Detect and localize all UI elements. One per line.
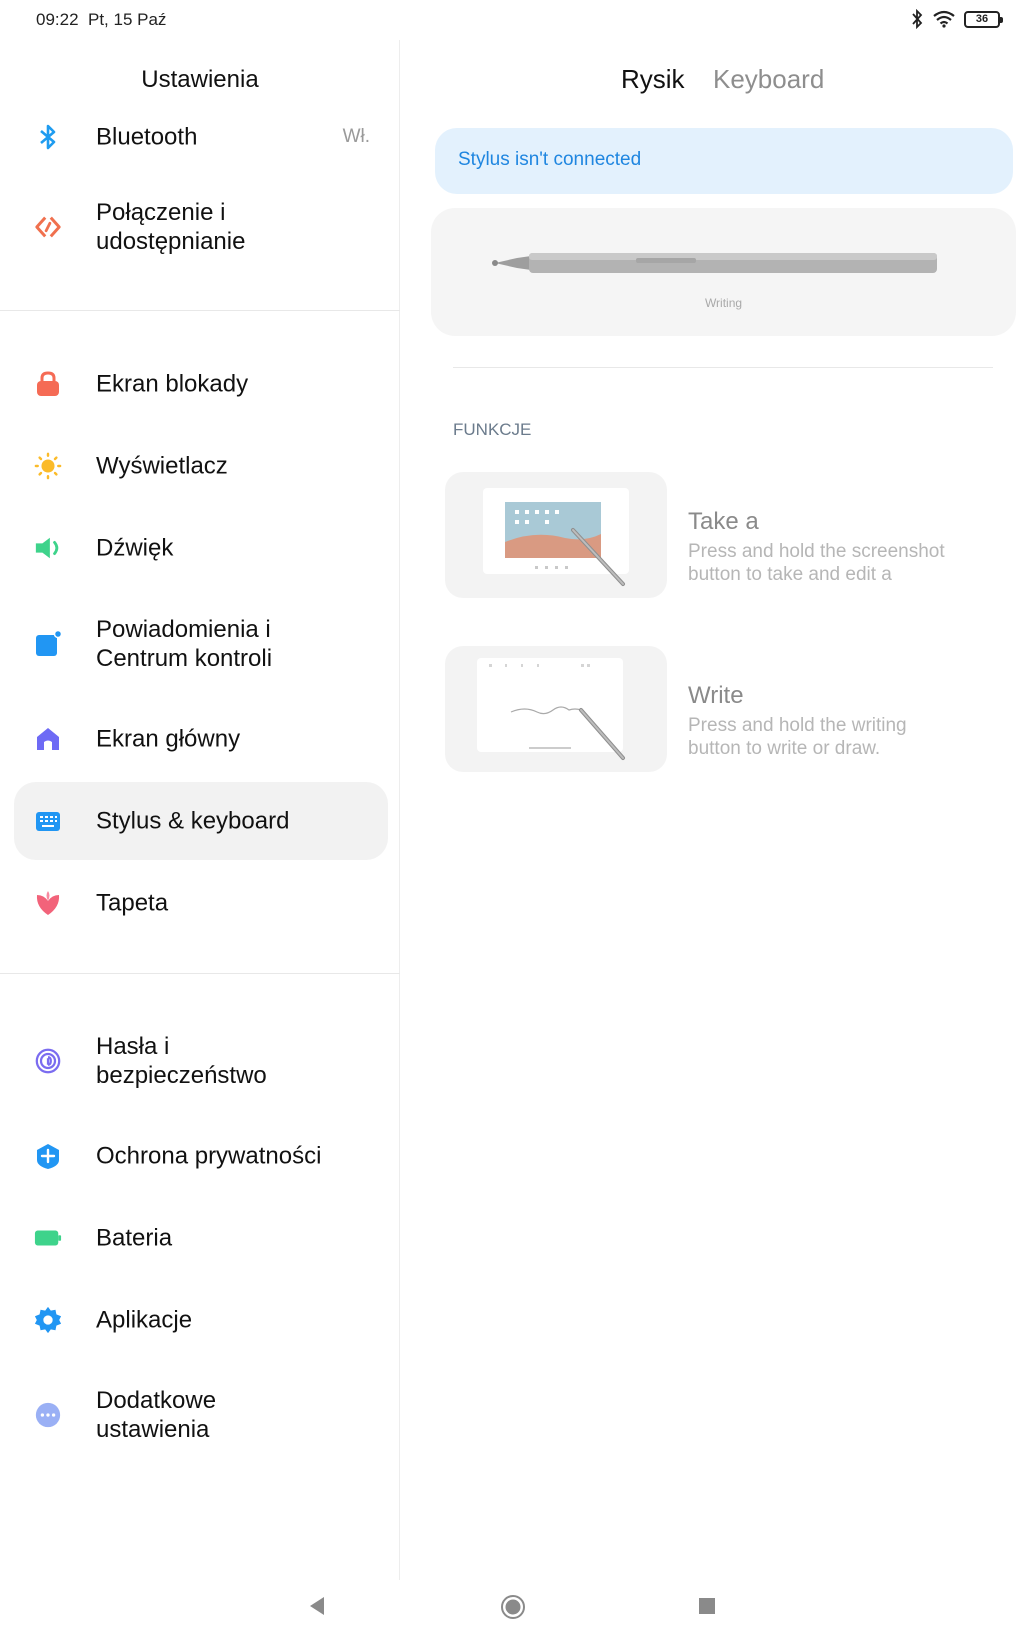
feature-title-write: Write	[688, 682, 744, 709]
back-icon[interactable]	[306, 1594, 328, 1618]
sidebar-item-stylus-keyboard[interactable]: Stylus & keyboard	[14, 782, 388, 860]
gear-icon	[34, 1306, 62, 1334]
keyboard-icon	[34, 807, 62, 835]
home-icon	[34, 725, 62, 753]
sidebar-item-label: Dodatkowe ustawienia	[96, 1387, 217, 1443]
sidebar-item-label: Hasła i bezpieczeństwo	[96, 1033, 267, 1089]
recents-icon[interactable]	[697, 1594, 717, 1618]
battery-level: 36	[975, 13, 989, 25]
screenshot-illustration	[483, 488, 629, 586]
status-time: 09:22 Pt, 15 Paź	[36, 10, 166, 30]
sun-icon	[34, 452, 62, 480]
screenshot-feature-thumbnail[interactable]	[445, 472, 667, 598]
sidebar-item-label: Stylus & keyboard	[96, 807, 290, 835]
sidebar-item-label: Ekran główny	[96, 725, 241, 753]
status-bar: 09:22 Pt, 15 Paź 36	[0, 0, 1024, 40]
lock-icon	[34, 370, 62, 398]
navigation-bar	[0, 1582, 1024, 1638]
sidebar-item-additional-settings[interactable]: Dodatkowe ustawienia	[14, 1376, 388, 1454]
settings-sidebar: Ustawienia Bluetooth Wł. Połączenie i ud…	[0, 40, 400, 1580]
sidebar-item-privacy[interactable]: Ochrona prywatności	[14, 1117, 388, 1195]
sidebar-item-label: Wyświetlacz	[96, 452, 228, 480]
write-illustration	[477, 658, 625, 760]
stylus-settings-panel: Rysik Keyboard Stylus isn't connected Wr…	[401, 40, 1024, 1580]
feature-title-screenshot: Take a	[688, 508, 759, 535]
sidebar-item-sound[interactable]: Dźwięk	[14, 509, 388, 587]
group-divider	[0, 310, 400, 311]
sidebar-item-home-screen[interactable]: Ekran główny	[14, 700, 388, 778]
battery-icon: 36	[964, 10, 1003, 28]
sidebar-item-label: Ekran blokady	[96, 370, 249, 398]
write-feature-thumbnail[interactable]	[445, 646, 667, 772]
privacy-shield-icon	[34, 1142, 62, 1170]
section-divider	[453, 367, 993, 368]
sidebar-item-notifications[interactable]: Powiadomienia i Centrum kontroli	[14, 605, 388, 683]
sidebar-item-passwords-security[interactable]: Hasła i bezpieczeństwo	[14, 1022, 388, 1100]
tab-keyboard[interactable]: Keyboard	[713, 64, 824, 95]
home-button-icon[interactable]	[500, 1594, 526, 1620]
stylus-image	[492, 253, 937, 273]
fingerprint-icon	[34, 1047, 62, 1075]
feature-desc-write: Press and hold the writing button to wri…	[688, 715, 907, 759]
status-clock: 09:22	[36, 10, 79, 29]
bluetooth-icon	[34, 123, 62, 151]
sidebar-item-apps[interactable]: Aplikacje	[14, 1281, 388, 1359]
section-header-funkcje: FUNKCJE	[453, 420, 532, 439]
sidebar-item-display[interactable]: Wyświetlacz	[14, 427, 388, 505]
sidebar-item-label: Powiadomienia i Centrum kontroli	[96, 616, 273, 672]
sidebar-item-wallpaper[interactable]: Tapeta	[14, 864, 388, 942]
flower-icon	[34, 889, 62, 917]
sidebar-item-bluetooth[interactable]: Bluetooth Wł.	[14, 98, 388, 176]
sidebar-item-label: Bluetooth	[96, 123, 198, 151]
stylus-status-banner: Stylus isn't connected	[435, 128, 1013, 194]
sidebar-title: Ustawienia	[141, 66, 259, 93]
sidebar-item-label: Połączenie i udostępnianie	[96, 199, 246, 255]
connection-share-icon	[34, 213, 62, 241]
bluetooth-icon	[912, 9, 923, 29]
bluetooth-status-value: Wł.	[342, 126, 370, 147]
tab-rysik[interactable]: Rysik	[621, 64, 685, 95]
sidebar-item-label: Aplikacje	[96, 1306, 193, 1334]
notification-icon	[34, 630, 62, 658]
feature-desc-screenshot: Press and hold the screenshot button to …	[688, 541, 945, 585]
sidebar-item-label: Tapeta	[96, 889, 169, 917]
group-divider	[0, 973, 400, 974]
sidebar-item-battery[interactable]: Bateria	[14, 1199, 388, 1277]
status-icons: 36	[910, 9, 1003, 29]
sidebar-item-connection-sharing[interactable]: Połączenie i udostępnianie	[14, 188, 388, 266]
sidebar-item-label: Ochrona prywatności	[96, 1142, 322, 1170]
status-date: Pt, 15 Paź	[88, 10, 167, 29]
speaker-icon	[34, 534, 62, 562]
sidebar-item-label: Bateria	[96, 1224, 173, 1252]
stylus-card: Writing	[431, 208, 1016, 336]
stylus-status-text: Stylus isn't connected	[458, 149, 642, 170]
stylus-caption: Writing	[704, 296, 743, 310]
battery-icon	[34, 1224, 62, 1252]
wifi-icon	[933, 10, 955, 28]
sidebar-item-lock-screen[interactable]: Ekran blokady	[14, 345, 388, 423]
sidebar-item-label: Dźwięk	[96, 534, 174, 562]
more-icon	[34, 1401, 62, 1429]
